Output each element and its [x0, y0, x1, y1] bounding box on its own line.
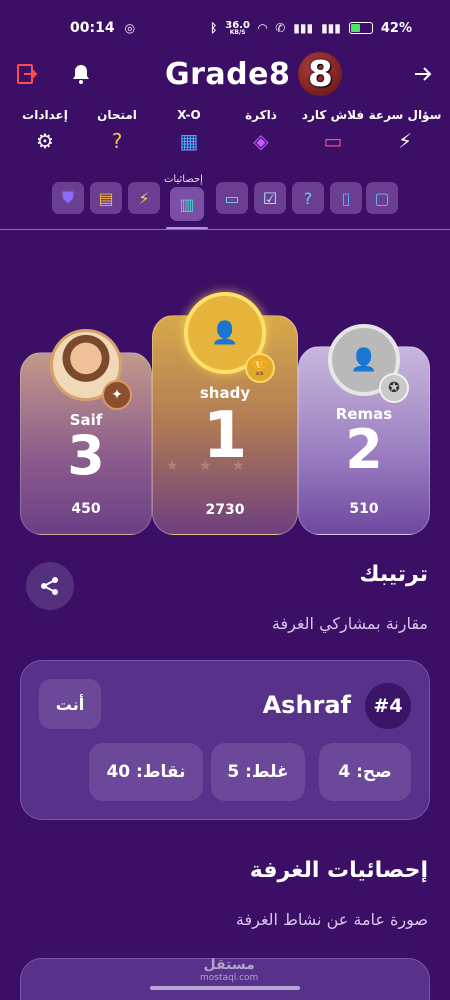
podium-second-rank: 2: [345, 418, 383, 481]
book-icon: ▯: [341, 188, 351, 208]
chat-icon: ▢: [374, 188, 390, 208]
signal-icon-2: ▮▮▮: [321, 21, 341, 35]
mode-label: X-O: [177, 108, 201, 122]
watermark-en: mostaql.com: [200, 973, 259, 983]
silver-medal-icon: ✪: [379, 373, 409, 403]
battery-percent: 42%: [380, 20, 412, 36]
watermark-ar: مستقل: [203, 957, 255, 973]
tab-checklist[interactable]: ☑: [254, 182, 286, 214]
divider: [0, 229, 450, 230]
mode-gear[interactable]: إعدادات ⚙: [12, 108, 78, 164]
status-right: ᛒ 36.0 KB/S ◠ ✆ ▮▮▮ ▮▮▮ 42%: [210, 20, 412, 36]
my-name: Ashraf: [262, 691, 351, 719]
status-time: 00:14: [70, 20, 115, 36]
bell-icon[interactable]: [66, 59, 96, 89]
app-title: Grade8: [165, 56, 291, 92]
tab-schedule[interactable]: ▤: [90, 182, 122, 214]
bluetooth-icon: ᛒ: [210, 21, 218, 35]
person-icon: 👤: [350, 347, 378, 373]
network-speed: 36.0 KB/S: [225, 20, 250, 36]
watermark: مستقل mostaql.com: [200, 957, 258, 983]
you-button[interactable]: أنت: [39, 679, 101, 729]
status-left: 00:14 ◎: [70, 20, 135, 36]
stat-wrong: غلط: 5: [211, 743, 305, 801]
gear-icon: ⚙: [36, 129, 54, 153]
checklist-icon: ☑: [262, 188, 278, 208]
my-rank-card: أنت Ashraf #4 صح: 4 غلط: 5 نقاط: 40: [20, 660, 430, 820]
ranking-title: ترتيبك: [359, 562, 428, 587]
tab-book[interactable]: ▯: [330, 182, 362, 214]
battery-icon: [348, 22, 373, 34]
bronze-medal-icon: ✦: [102, 380, 132, 410]
mode-grid[interactable]: X-O ▦: [156, 108, 222, 164]
tab-folders[interactable]: ▭: [216, 182, 248, 214]
podium-first-score: 2730: [205, 502, 245, 518]
ranking-subtitle: مقارنة بمشاركي الغرفة: [271, 614, 428, 633]
shield-icon: ⛊: [61, 188, 74, 207]
mode-cards[interactable]: فلاش كارد ▭: [300, 108, 366, 164]
mode-label: ذاكرة: [245, 108, 277, 122]
mode-label: سؤال سرعة: [368, 108, 442, 122]
mode-exam-question[interactable]: امتحان?: [84, 108, 150, 164]
lightning-icon: ⚡: [138, 188, 150, 208]
stat-points: نقاط: 40: [89, 743, 203, 801]
my-rank: #4: [365, 683, 411, 729]
tab-speed[interactable]: ⚡: [128, 182, 160, 214]
folder-icon: ▭: [224, 188, 240, 208]
call-icon: ✆: [275, 21, 286, 35]
mode-label: فلاش كارد: [301, 108, 365, 122]
grade-badge: 8: [298, 52, 343, 96]
stat-correct: صح: 4: [319, 743, 411, 801]
home-indicator[interactable]: [150, 986, 300, 990]
mode-chip[interactable]: ذاكرة ◈: [228, 108, 294, 164]
instagram-icon: ◎: [124, 21, 136, 35]
podium-third-rank: 3: [67, 424, 105, 487]
person-icon: 👤: [211, 320, 239, 346]
stars-decoration: ★ ★ ★: [166, 458, 253, 474]
chip-icon: ◈: [253, 129, 269, 153]
trophy-icon: 🏆: [245, 353, 275, 383]
tab-chat[interactable]: ▢: [366, 182, 398, 214]
mode-label: إعدادات: [22, 108, 68, 122]
question-icon: ?: [303, 188, 313, 208]
tab-statistics[interactable]: ▥: [170, 187, 204, 221]
app-header: Grade8 8: [0, 46, 450, 102]
podium-second-score: 510: [349, 501, 379, 517]
share-button[interactable]: [26, 562, 74, 610]
room-stats-subtitle: صورة عامة عن نشاط الغرفة: [235, 910, 428, 929]
clipboard-clock-icon: ▤: [98, 188, 114, 208]
wifi-icon: ◠: [257, 21, 268, 35]
mode-lightning[interactable]: سؤال سرعة ⚡: [369, 108, 442, 164]
speed-unit: KB/S: [229, 28, 246, 36]
grid-icon: ▦: [179, 129, 199, 153]
tab-active-label: إحصائيات: [164, 174, 203, 185]
mode-row: إعدادات ⚙ امتحان? X-O ▦ ذاكرة ◈ فلاش كارد ▭ سؤال …: [12, 108, 442, 164]
tab-profile-shield[interactable]: ⛊: [52, 182, 84, 214]
exam-question-icon: ?: [111, 129, 123, 153]
bar-chart-icon: ▥: [179, 194, 195, 214]
podium-third-score: 450: [71, 501, 101, 517]
tabs-row: ⛊ ▤ ⚡ إحصائيات ▥ ▭ ☑ ? ▯ ▢: [0, 172, 450, 230]
lightning-icon: ⚡: [397, 129, 413, 153]
logout-icon[interactable]: [12, 59, 42, 89]
cards-icon: ▭: [323, 129, 343, 153]
forward-arrow-icon[interactable]: [408, 59, 438, 89]
brand: Grade8 8: [165, 52, 343, 96]
tab-questions[interactable]: ?: [292, 182, 324, 214]
signal-icon: ▮▮▮: [293, 21, 314, 35]
mode-label: امتحان: [97, 108, 137, 122]
share-icon: [41, 577, 58, 595]
room-stats-title: إحصائيات الغرفة: [249, 858, 428, 883]
